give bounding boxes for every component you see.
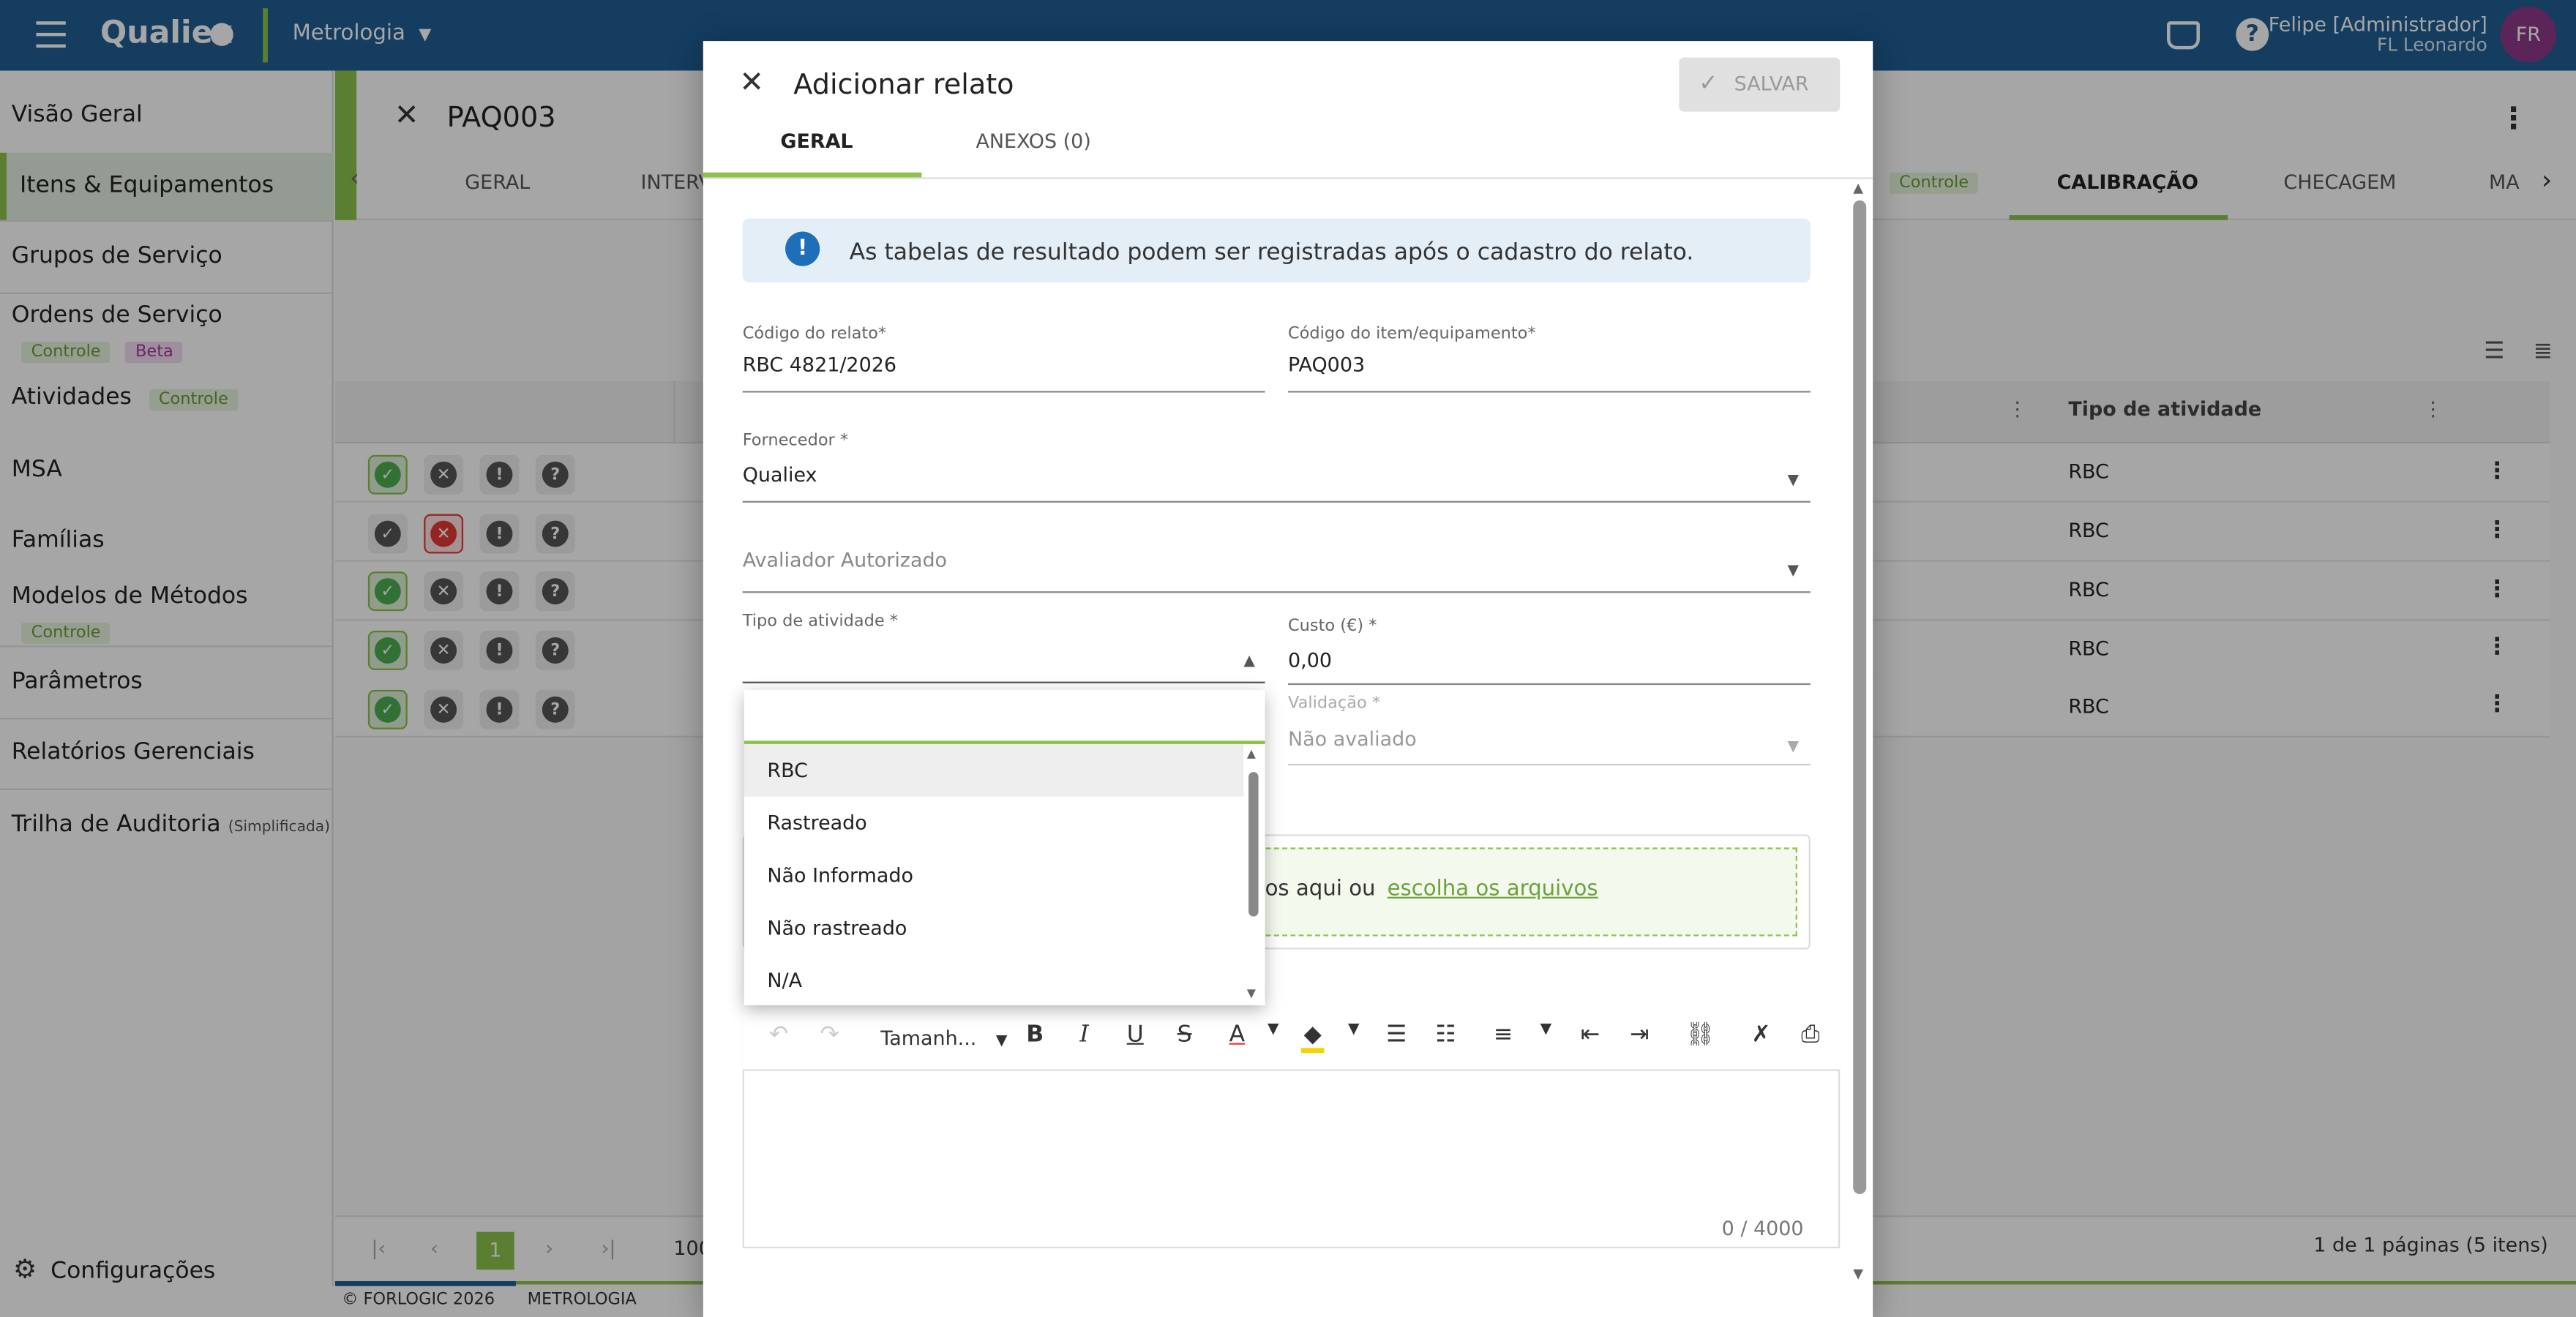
field-underline <box>1288 391 1811 393</box>
save-button[interactable]: ✓ SALVAR <box>1679 57 1841 112</box>
validation-select[interactable]: Não avaliado <box>1288 727 1417 750</box>
chevron-down-icon: ▼ <box>1787 563 1799 580</box>
bullet-list-icon[interactable]: ☰ <box>1380 1021 1413 1048</box>
chevron-down-icon[interactable]: ▼ <box>1257 1021 1289 1038</box>
outdent-icon[interactable]: ⇤ <box>1574 1021 1607 1048</box>
cost-input[interactable]: 0,00 <box>1288 649 1811 672</box>
link-icon[interactable]: ⛓ <box>1684 1021 1717 1048</box>
bold-icon[interactable]: B <box>1019 1021 1052 1048</box>
dropdown-scrollbar[interactable] <box>1248 772 1259 917</box>
item-code-label: Código do item/equipamento* <box>1288 325 1536 344</box>
dropdown-option-na[interactable]: N/A <box>744 954 1243 1007</box>
print-icon[interactable]: ⎙ <box>1794 1021 1827 1048</box>
dropdown-option-rbc[interactable]: RBC <box>744 743 1244 797</box>
scrollbar[interactable] <box>1853 200 1867 1195</box>
save-label: SALVAR <box>1734 72 1809 96</box>
tab-active-underline <box>703 172 922 178</box>
validation-label: Validação * <box>1288 694 1381 713</box>
report-code-label: Código do relato* <box>742 325 887 344</box>
underline-icon[interactable]: U <box>1119 1021 1152 1048</box>
highlight-icon[interactable]: ◆ <box>1300 1021 1325 1053</box>
indent-icon[interactable]: ⇥ <box>1623 1021 1656 1048</box>
report-code-input[interactable]: RBC 4821/2026 <box>743 353 1265 376</box>
upload-text: os aqui ou escolha os arquivos <box>1265 877 1598 902</box>
close-icon[interactable]: ✕ <box>739 66 764 100</box>
chevron-down-icon: ▼ <box>995 1033 1008 1050</box>
chevron-up-icon: ▲ <box>1243 653 1255 670</box>
activity-type-label: Tipo de atividade * <box>742 612 899 631</box>
field-underline <box>742 391 1265 393</box>
dropdown-search-input[interactable] <box>744 690 1265 744</box>
field-underline <box>742 500 1811 503</box>
tab-anexos[interactable]: ANEXOS (0) <box>976 130 1090 152</box>
text-color-icon[interactable]: A <box>1221 1021 1254 1048</box>
scroll-up-icon[interactable]: ▲ <box>1853 181 1863 195</box>
upload-hint: os aqui ou <box>1265 877 1376 902</box>
clear-format-icon[interactable]: ✗ <box>1745 1021 1778 1048</box>
char-counter: 0 / 4000 <box>1721 1217 1804 1240</box>
chevron-down-icon: ▼ <box>1787 739 1799 756</box>
info-text: As tabelas de resultado podem ser regist… <box>849 239 1694 266</box>
numbered-list-icon[interactable]: ☷ <box>1429 1021 1462 1048</box>
strikethrough-icon[interactable]: S <box>1168 1021 1201 1048</box>
item-code-input[interactable]: PAQ003 <box>1288 353 1811 376</box>
dropdown-option-nao-informado[interactable]: Não Informado <box>744 849 1243 902</box>
redo-icon[interactable]: ↷ <box>813 1021 846 1048</box>
activity-type-select[interactable] <box>743 647 1265 673</box>
field-underline <box>742 591 1811 593</box>
tabs-divider <box>703 177 1873 179</box>
chevron-down-icon: ▼ <box>1787 473 1799 489</box>
field-underline <box>742 681 1265 683</box>
dialog-title: Adicionar relato <box>793 69 1014 102</box>
font-size-select[interactable]: Tamanh... ▼ <box>880 1027 1007 1049</box>
evaluator-select[interactable]: Avaliador Autorizado <box>743 549 947 571</box>
chevron-down-icon[interactable]: ▼ <box>1337 1021 1370 1038</box>
italic-icon[interactable]: I <box>1068 1021 1101 1048</box>
check-icon: ✓ <box>1699 70 1718 97</box>
supplier-label: Fornecedor * <box>742 432 849 451</box>
editor-body[interactable] <box>744 1073 1838 1247</box>
dropdown-option-rastreado[interactable]: Rastreado <box>744 797 1243 849</box>
choose-files-link[interactable]: escolha os arquivos <box>1388 877 1598 902</box>
supplier-select[interactable]: Qualiex <box>743 463 1811 486</box>
info-icon: ! <box>785 231 820 266</box>
tab-geral[interactable]: GERAL <box>780 130 853 152</box>
scroll-down-icon[interactable]: ▼ <box>1247 987 1256 1000</box>
chevron-down-icon[interactable]: ▼ <box>1530 1021 1562 1038</box>
field-underline <box>1288 763 1811 766</box>
dropdown-option-nao-rastreado[interactable]: Não rastreado <box>744 901 1243 954</box>
align-left-icon[interactable]: ≡ <box>1487 1021 1520 1048</box>
scroll-down-icon[interactable]: ▼ <box>1853 1267 1863 1281</box>
font-size-label: Tamanh... <box>880 1027 977 1050</box>
undo-icon[interactable]: ↶ <box>763 1021 795 1048</box>
cost-label: Custo (€) * <box>1288 618 1377 636</box>
field-underline <box>1288 683 1811 686</box>
scroll-up-icon[interactable]: ▲ <box>1247 747 1256 760</box>
